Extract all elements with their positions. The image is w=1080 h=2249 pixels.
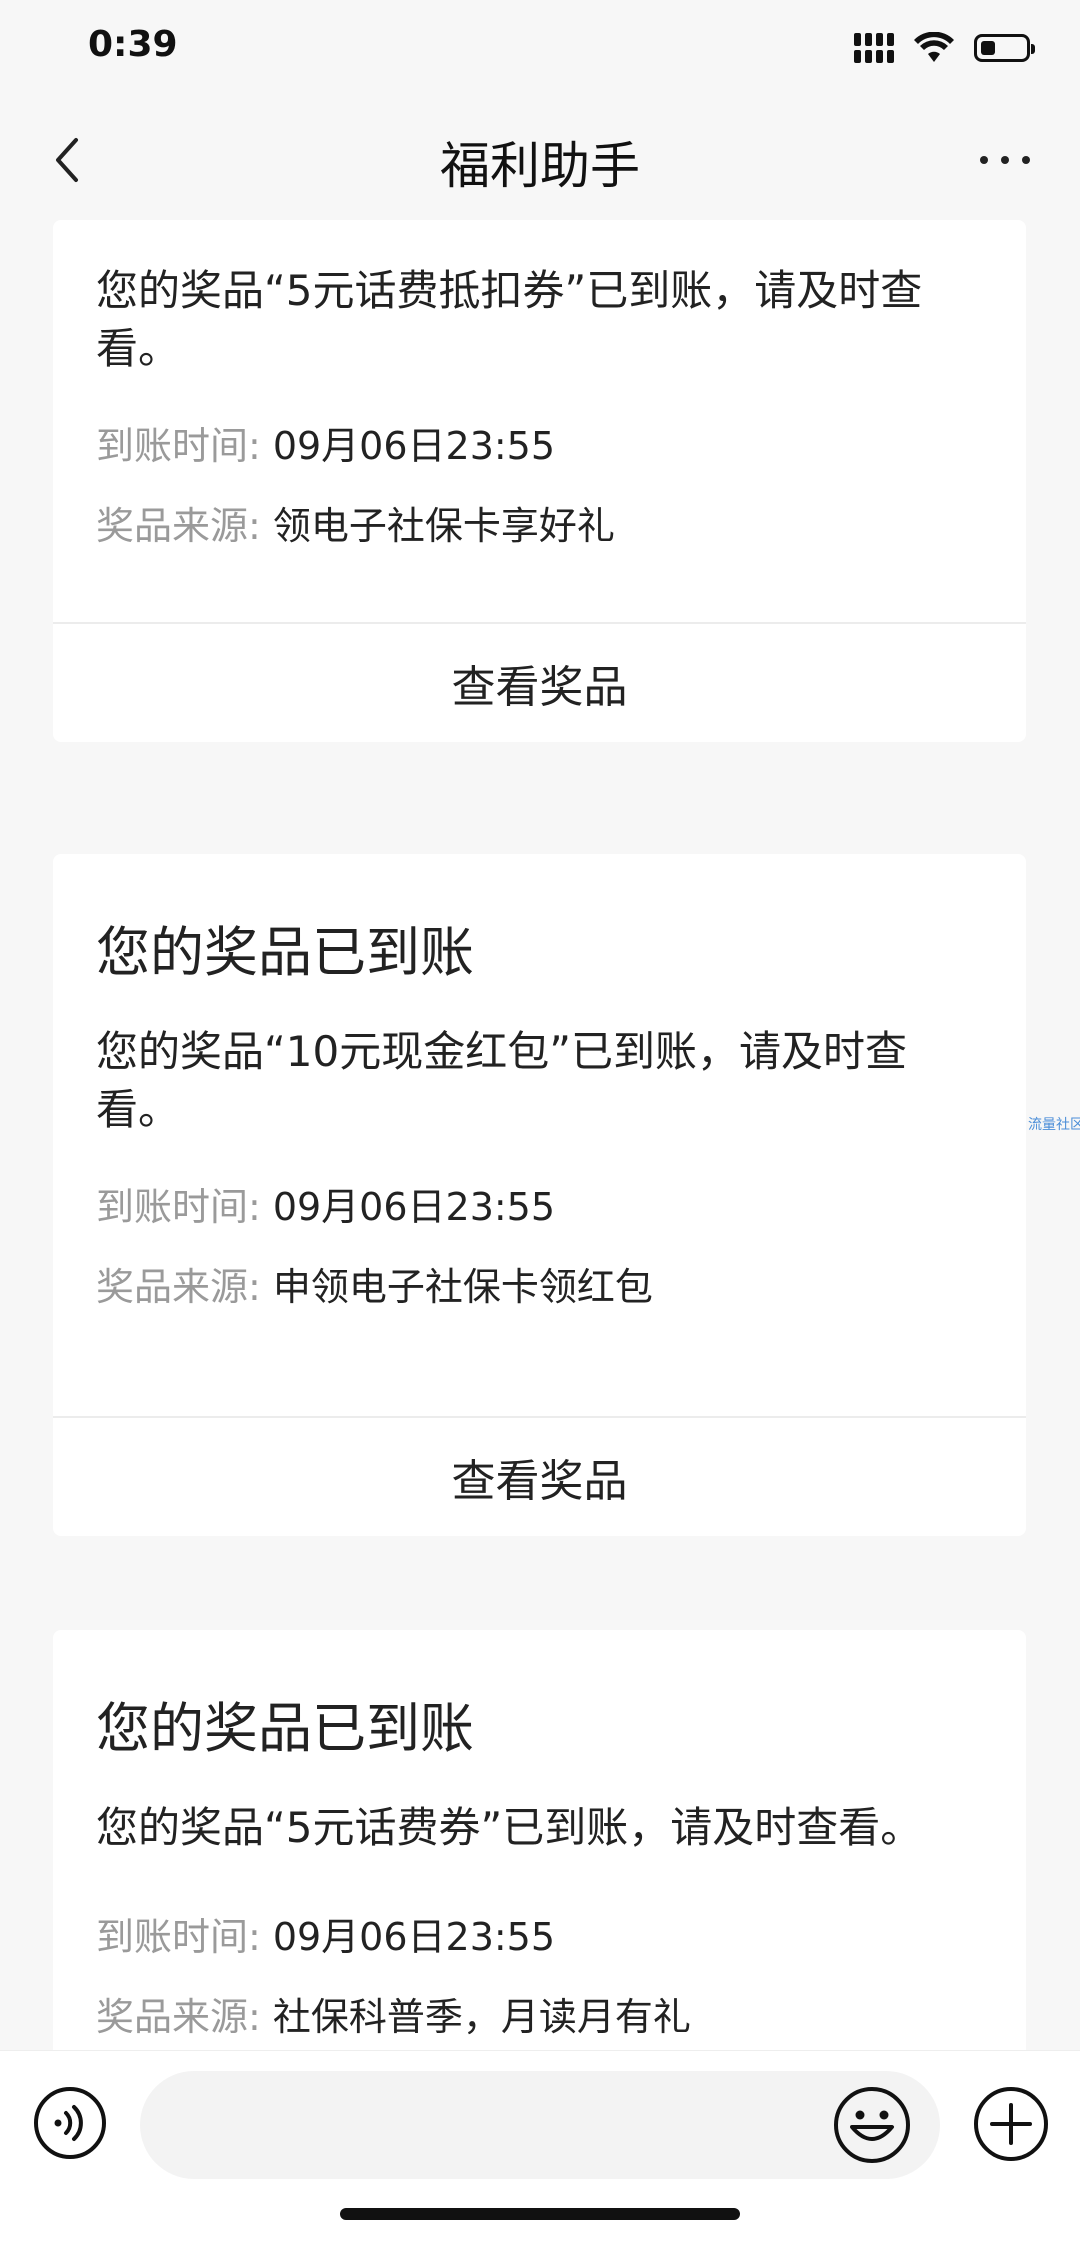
status-time: 0:39 [88,24,178,65]
source-value: 申领电子社保卡领红包 [272,1264,653,1309]
prize-card: 您的奖品“5元话费抵扣券”已到账，请及时查看。 到账时间: 09月06日23:5… [53,220,1026,742]
source-row: 奖品来源: 申领电子社保卡领红包 [53,1243,1026,1323]
prize-card: 您的奖品已到账 您的奖品“10元现金红包”已到账，请及时查看。 到账时间: 09… [53,854,1026,1536]
status-bar: 0:39 [0,0,1080,100]
card-message: 您的奖品“10元现金红包”已到账，请及时查看。 [96,1027,907,1134]
message-list[interactable]: 您的奖品“5元话费抵扣券”已到账，请及时查看。 到账时间: 09月06日23:5… [0,220,1080,2050]
arrival-time-row: 到账时间: 09月06日23:55 [53,402,1026,482]
emoji-icon[interactable] [832,2085,912,2165]
side-watermark: 流量社区 [1028,1117,1080,1133]
arrival-time-label: 到账时间: [96,1914,261,1959]
page-title: 福利助手 [440,137,640,195]
arrival-time-label: 到账时间: [96,423,261,468]
source-value: 领电子社保卡享好礼 [272,503,615,548]
arrival-time-label: 到账时间: [96,1184,261,1229]
voice-icon[interactable] [32,2085,108,2161]
wifi-icon [914,32,954,64]
signal-icon [854,33,894,63]
arrival-time-value: 09月06日23:55 [272,423,556,468]
prize-card: 您的奖品已到账 您的奖品“5元话费券”已到账，请及时查看。 到账时间: 09月0… [53,1630,1026,2050]
card-title: 您的奖品已到账 [96,1697,474,1760]
more-dots-icon[interactable] [970,130,1040,190]
source-row: 奖品来源: 社保科普季，月读月有礼 [53,1973,1026,2050]
source-value: 社保科普季，月读月有礼 [272,1994,691,2039]
home-indicator [340,2208,740,2220]
source-label: 奖品来源: [96,1264,261,1309]
plus-icon[interactable] [972,2085,1050,2163]
arrival-time-value: 09月06日23:55 [272,1184,556,1229]
source-label: 奖品来源: [96,1994,261,2039]
header: 福利助手 [0,100,1080,220]
source-label: 奖品来源: [96,503,261,548]
source-row: 奖品来源: 领电子社保卡享好礼 [53,482,1026,562]
message-input[interactable] [140,2071,940,2179]
view-prize-button[interactable]: 查看奖品 [53,624,1026,742]
card-message: 您的奖品“5元话费抵扣券”已到账，请及时查看。 [96,266,923,373]
arrival-time-row: 到账时间: 09月06日23:55 [53,1163,1026,1243]
view-prize-button[interactable]: 查看奖品 [53,1418,1026,1536]
card-title: 您的奖品已到账 [96,921,474,984]
arrival-time-row: 到账时间: 09月06日23:55 [53,1893,1026,1973]
card-message: 您的奖品“5元话费券”已到账，请及时查看。 [96,1803,923,1852]
status-icons [854,32,1035,64]
arrival-time-value: 09月06日23:55 [272,1914,556,1959]
battery-icon [974,34,1035,62]
